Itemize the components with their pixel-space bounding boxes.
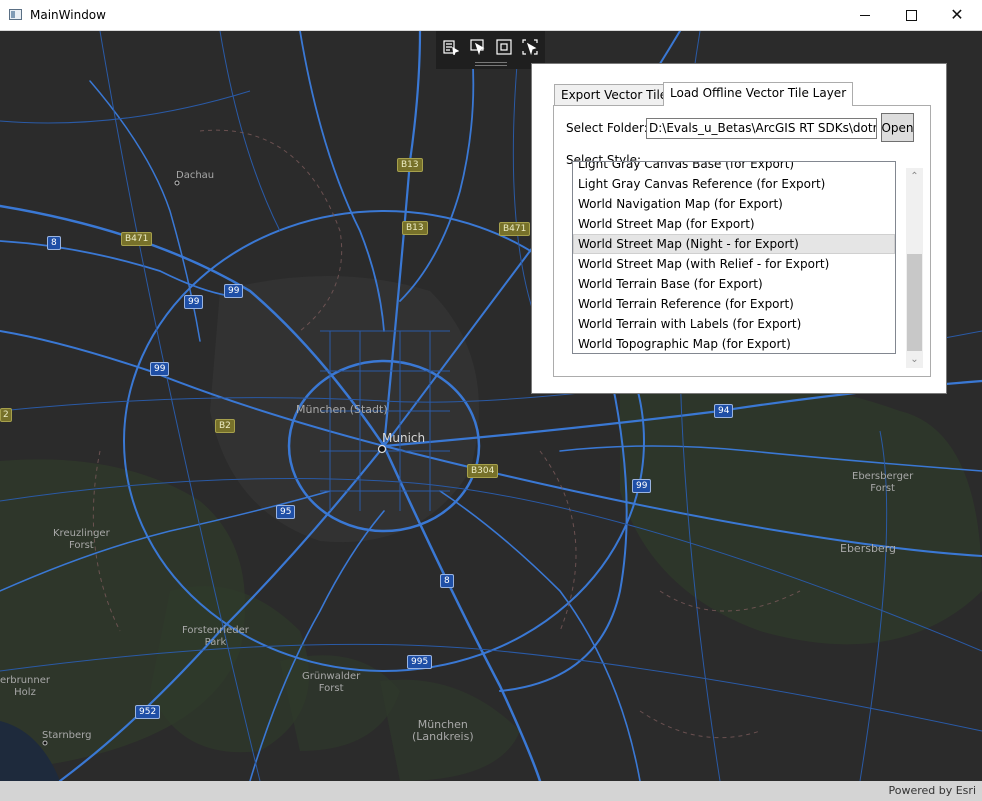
road-shield: B471: [121, 232, 153, 246]
road-shield: 952: [135, 705, 161, 719]
list-item[interactable]: World Street Map (with Relief - for Expo…: [573, 254, 895, 274]
road-shield: 8: [47, 236, 61, 250]
folder-path-input[interactable]: D:\Evals_u_Betas\ArcGIS RT SDKs\dotnet\Q: [646, 118, 877, 139]
tab-export-vector-tiles[interactable]: Export Vector Tiles: [554, 84, 681, 106]
road-shield: 99: [150, 362, 170, 376]
list-item-highlighted[interactable]: World Street Map (Night - for Export): [573, 234, 895, 254]
list-item[interactable]: World Terrain Reference (for Export): [573, 294, 895, 314]
place-label: Starnberg: [42, 730, 92, 741]
frame-icon[interactable]: [496, 39, 512, 55]
select-arrow-icon[interactable]: [470, 39, 486, 56]
list-item[interactable]: World Street Map (for Export): [573, 214, 895, 234]
road-shield: 99: [632, 479, 652, 493]
sketch-edit-icon[interactable]: [443, 39, 460, 56]
place-label: München (Stadt): [296, 403, 388, 416]
title-bar: MainWindow ✕: [0, 0, 982, 31]
vector-tile-panel: Export Vector Tiles Load Offline Vector …: [531, 63, 947, 394]
tab-content: Select Folder: D:\Evals_u_Betas\ArcGIS R…: [553, 105, 931, 377]
list-item[interactable]: World Terrain with Labels (for Export): [573, 314, 895, 334]
road-shield: 995: [407, 655, 433, 669]
open-button[interactable]: Open: [881, 113, 914, 142]
road-shield: 99: [184, 295, 204, 309]
road-shield: 94: [714, 404, 734, 418]
road-shield: B471: [499, 222, 531, 236]
list-scrollbar[interactable]: ⌃ ⌄: [906, 168, 923, 368]
tab-load-offline-vector-tile-layer[interactable]: Load Offline Vector Tile Layer: [663, 82, 854, 106]
close-icon: ✕: [950, 5, 964, 24]
place-label: Forstenrieder Park: [182, 625, 249, 648]
road-shield: 8: [440, 574, 454, 588]
style-listbox[interactable]: Light Gray Canvas Base (for Export) Ligh…: [572, 161, 896, 354]
place-label: Dachau: [176, 170, 215, 181]
attribution-bar: Powered by Esri: [0, 781, 982, 801]
road-shield: 2: [0, 408, 12, 422]
road-shield: B304: [467, 464, 499, 478]
place-label: Ebersberger Forst: [852, 471, 914, 494]
city-label: Munich: [382, 431, 426, 445]
toolbar-grip[interactable]: [475, 62, 507, 66]
app-icon: [9, 9, 22, 20]
list-item[interactable]: Light Gray Canvas Base (for Export): [573, 162, 895, 174]
list-item[interactable]: World Navigation Map (for Export): [573, 194, 895, 214]
chevron-up-icon[interactable]: ⌃: [906, 168, 923, 185]
place-label: Grünwalder Forst: [302, 671, 361, 694]
road-shield: 99: [224, 284, 244, 298]
list-item[interactable]: Light Gray Canvas Reference (for Export): [573, 174, 895, 194]
chevron-down-icon[interactable]: ⌄: [906, 351, 923, 368]
map-toolbar: [436, 31, 545, 69]
place-label: erbrunner Holz: [0, 675, 50, 698]
road-shield: B13: [402, 221, 428, 235]
select-region-icon[interactable]: [522, 39, 538, 56]
list-item[interactable]: World Topographic Map (for Export): [573, 334, 895, 353]
road-shield: 95: [276, 505, 296, 519]
close-button[interactable]: ✕: [934, 0, 980, 30]
maximize-icon: [905, 9, 917, 21]
minimize-button[interactable]: [842, 0, 888, 30]
folder-label: Select Folder:: [566, 121, 648, 135]
list-item[interactable]: World Terrain Base (for Export): [573, 274, 895, 294]
place-label: Ebersberg: [840, 542, 897, 555]
window-title: MainWindow: [30, 8, 106, 22]
road-shield: B2: [215, 419, 235, 433]
road-shield: B13: [397, 158, 423, 172]
minimize-icon: [860, 14, 870, 16]
scrollbar-thumb[interactable]: [907, 254, 922, 351]
attribution-text: Powered by Esri: [888, 784, 976, 797]
maximize-button[interactable]: [888, 0, 934, 30]
place-label: München (Landkreis): [412, 718, 474, 743]
place-label: Kreuzlinger Forst: [53, 528, 110, 551]
